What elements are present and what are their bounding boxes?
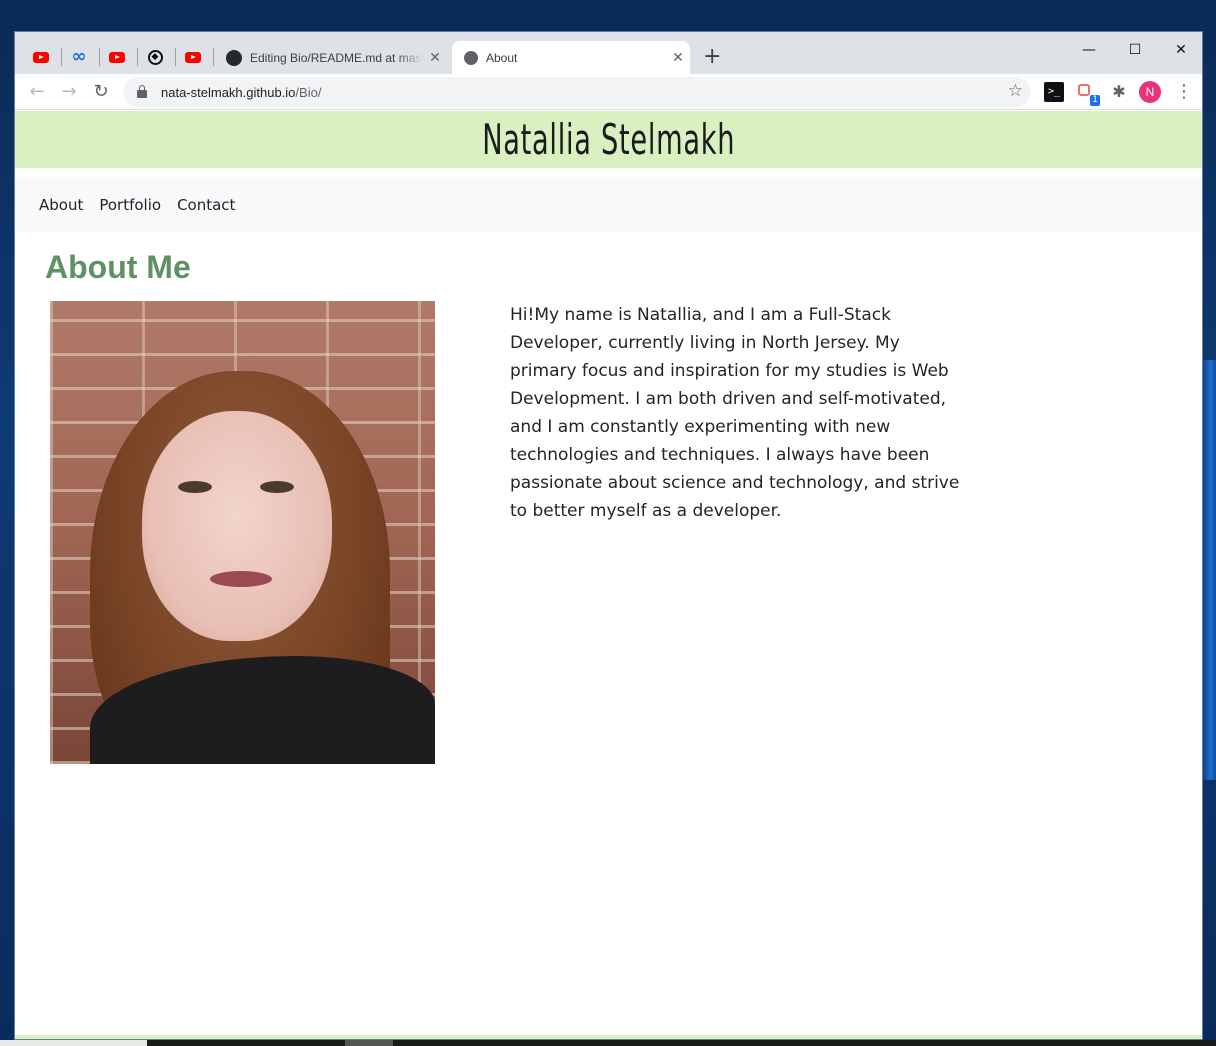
back-button[interactable]: ← (25, 80, 49, 104)
lips-shape (210, 571, 272, 587)
face-shape (142, 411, 332, 641)
pinned-tab-youtube[interactable] (107, 47, 127, 67)
tab-separator (213, 48, 214, 66)
desktop-background-streak (1202, 360, 1216, 780)
pinned-tab-infinity[interactable]: ∞ (69, 47, 89, 67)
taskbar-segment (0, 1040, 147, 1046)
pinned-tab-youtube[interactable] (31, 47, 51, 67)
nav-link-contact[interactable]: Contact (177, 196, 235, 214)
browser-window: ∞ ◆ Editing Bio/README.md at maste ✕ Abo… (14, 31, 1203, 1040)
url-path: /Bio/ (295, 84, 322, 100)
site-header: Natallia Stelmakh (15, 111, 1202, 168)
minimize-button[interactable]: — (1066, 36, 1112, 64)
github-icon (226, 49, 242, 66)
site-nav: About Portfolio Contact (15, 177, 1202, 232)
browser-toolbar: ← → ↻ nata-stelmakh.github.io/Bio/ ☆ >_ … (15, 74, 1202, 110)
youtube-icon (109, 51, 125, 63)
youtube-icon (33, 51, 49, 63)
forward-button[interactable]: → (57, 80, 81, 104)
eye-shape (178, 481, 212, 493)
tab-about[interactable]: About ✕ (452, 41, 690, 74)
taskbar (0, 1040, 1216, 1046)
tab-title: Editing Bio/README.md at maste (250, 50, 423, 65)
codepen-icon: ◆ (147, 49, 163, 65)
close-icon[interactable]: ✕ (666, 49, 690, 66)
bookmark-star-icon[interactable]: ☆ (1008, 81, 1023, 101)
infinity-icon: ∞ (71, 46, 87, 67)
maximize-button[interactable]: ☐ (1112, 36, 1158, 64)
eye-shape (260, 481, 294, 493)
tab-strip: ∞ ◆ Editing Bio/README.md at maste ✕ Abo… (15, 32, 1202, 74)
shapes-icon (1078, 84, 1090, 96)
lock-icon (137, 85, 147, 98)
url-host: nata-stelmakh.github.io (161, 84, 296, 100)
puzzle-icon[interactable]: ✱ (1109, 82, 1129, 102)
reload-button[interactable]: ↻ (89, 80, 113, 104)
site-title: Natallia Stelmakh (481, 115, 735, 164)
tab-separator (61, 48, 62, 66)
bio-text: Hi!My name is Natallia, and I am a Full-… (510, 305, 960, 521)
pinned-tab-youtube[interactable] (183, 47, 203, 67)
profile-avatar[interactable]: N (1139, 81, 1161, 103)
tab-editing-readme[interactable]: Editing Bio/README.md at maste ✕ (222, 41, 447, 74)
tab-separator (175, 48, 176, 66)
tab-title: About (486, 50, 518, 65)
about-heading: About Me (45, 249, 191, 285)
menu-kebab-icon[interactable]: ⋮ (1175, 80, 1193, 104)
nav-link-about[interactable]: About (39, 196, 83, 214)
youtube-icon (185, 51, 201, 63)
close-icon[interactable]: ✕ (423, 49, 447, 66)
taskbar-segment (345, 1040, 393, 1046)
extension-badge: 1 (1090, 95, 1100, 106)
tab-separator (99, 48, 100, 66)
new-tab-button[interactable]: + (703, 46, 721, 68)
address-bar[interactable]: nata-stelmakh.github.io/Bio/ ☆ (123, 77, 1031, 107)
pinned-tab-codepen[interactable]: ◆ (145, 47, 165, 67)
nav-link-portfolio[interactable]: Portfolio (99, 196, 161, 214)
profile-photo (50, 301, 435, 764)
close-window-button[interactable]: ✕ (1158, 36, 1202, 64)
extension-icon[interactable]: 1 (1077, 82, 1100, 106)
globe-icon (464, 50, 478, 65)
web-page: Natallia Stelmakh About Portfolio Contac… (15, 111, 1202, 1039)
tab-separator (137, 48, 138, 66)
terminal-extension-icon[interactable]: >_ (1044, 82, 1064, 102)
